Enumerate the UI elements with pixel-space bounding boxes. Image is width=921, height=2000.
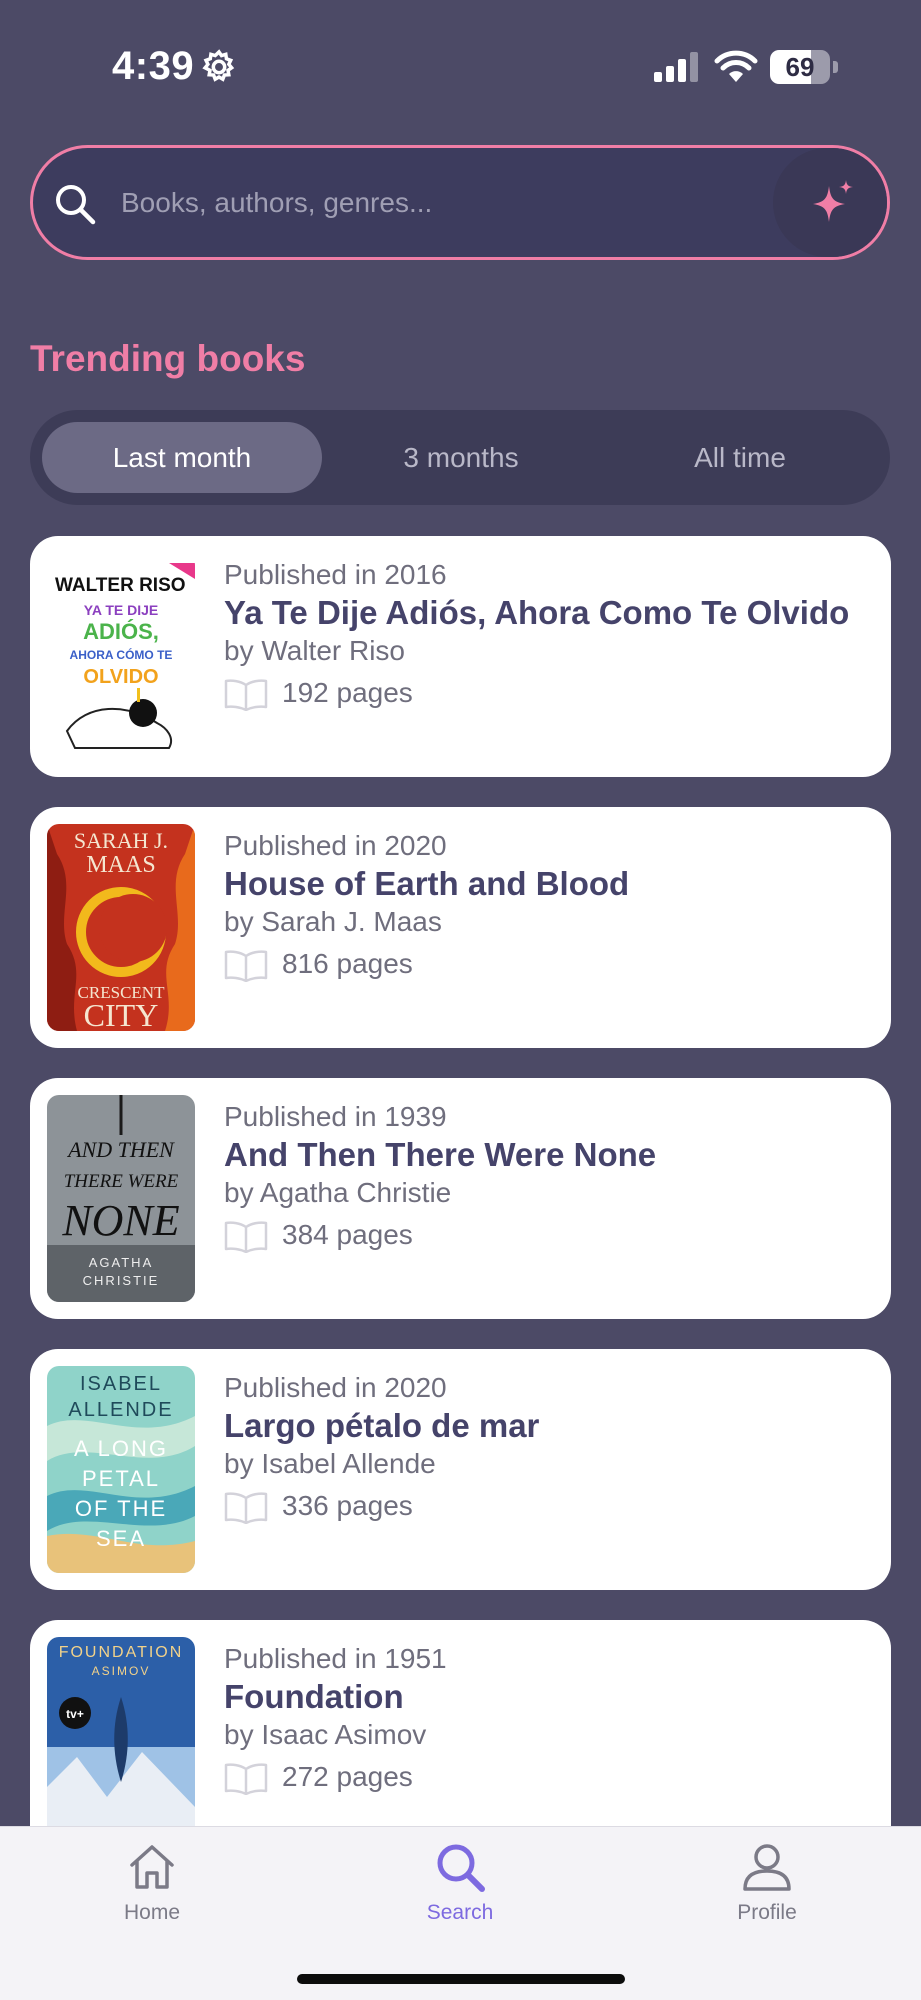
cover-line: ADIÓS,: [83, 619, 159, 644]
book-pages: 192 pages: [224, 670, 874, 716]
tab-home[interactable]: Home: [52, 1841, 252, 1941]
book-meta: Published in 1951 Foundation by Isaac As…: [224, 1640, 874, 1800]
cover-line: THERE WERE: [64, 1171, 179, 1192]
book-meta: Published in 1939 And Then There Were No…: [224, 1098, 874, 1258]
tab-label: Profile: [737, 1901, 797, 1924]
book-title: House of Earth and Blood: [224, 865, 630, 902]
filter-all-time[interactable]: All time: [600, 422, 880, 493]
battery-body: 69: [770, 50, 830, 84]
cellular-signal-icon: [652, 52, 700, 84]
book-year: Published in 2020: [224, 830, 447, 861]
book-cover: ISABEL ALLENDE A LONG PETAL OF THE SEA: [47, 1366, 195, 1573]
book-list: WALTER RISO YA TE DIJE ADIÓS, AHORA CÓMO…: [30, 536, 891, 1826]
open-book-icon: [224, 1490, 268, 1525]
book-title: Foundation: [224, 1678, 404, 1715]
book-meta: Published in 2020 Largo pétalo de mar by…: [224, 1369, 874, 1529]
cover-line: CITY: [84, 997, 159, 1031]
home-indicator: [297, 1974, 625, 1984]
book-year: Published in 1939: [224, 1101, 447, 1132]
cover-author: CHRISTIE: [83, 1273, 160, 1288]
book-pages-text: 336 pages: [282, 1490, 413, 1521]
book-author: by Isaac Asimov: [224, 1719, 427, 1750]
book-title: Ya Te Dije Adiós, Ahora Como Te Olvido: [224, 594, 850, 631]
book-pages: 272 pages: [224, 1754, 874, 1800]
book-author: by Walter Riso: [224, 635, 406, 666]
profile-icon: [741, 1841, 793, 1893]
cover-line: OLVIDO: [83, 666, 158, 688]
book-cover: SARAH J. MAAS CRESCENT CITY: [47, 824, 195, 1031]
cover-author: ASIMOV: [92, 1664, 151, 1678]
battery-level: 69: [785, 52, 815, 82]
book-card[interactable]: WALTER RISO YA TE DIJE ADIÓS, AHORA CÓMO…: [30, 536, 891, 777]
book-pages: 384 pages: [224, 1212, 874, 1258]
battery-cap: [833, 61, 838, 73]
cover-line: NONE: [61, 1196, 179, 1245]
cover-line: YA TE DIJE: [84, 602, 158, 618]
section-title: Trending books: [30, 338, 306, 379]
book-pages-text: 384 pages: [282, 1219, 413, 1250]
book-year: Published in 1951: [224, 1643, 447, 1674]
book-pages-text: 816 pages: [282, 948, 413, 979]
cover-line: AND THEN: [66, 1137, 175, 1162]
book-cover: WALTER RISO YA TE DIJE ADIÓS, AHORA CÓMO…: [47, 553, 195, 760]
book-year: Published in 2020: [224, 1372, 447, 1403]
home-icon: [126, 1841, 178, 1893]
open-book-icon: [224, 1219, 268, 1254]
ai-search-button[interactable]: [773, 148, 887, 257]
cover-author: AGATHA: [89, 1255, 154, 1270]
book-card[interactable]: SARAH J. MAAS CRESCENT CITY Published in…: [30, 807, 891, 1048]
cover-line: AHORA CÓMO TE: [70, 647, 173, 662]
cover-author: ALLENDE: [68, 1399, 173, 1421]
cover-author: WALTER RISO: [55, 575, 186, 596]
sparkle-icon: [809, 178, 857, 226]
cover-line: A LONG: [74, 1436, 168, 1461]
book-pages-text: 192 pages: [282, 677, 413, 708]
cover-line: SEA: [96, 1526, 146, 1551]
book-author: by Isabel Allende: [224, 1448, 436, 1479]
book-pages: 336 pages: [224, 1483, 874, 1529]
gear-icon: [200, 48, 238, 86]
book-meta: Published in 2020 House of Earth and Blo…: [224, 827, 874, 987]
tab-profile[interactable]: Profile: [667, 1841, 867, 1941]
open-book-icon: [224, 677, 268, 712]
open-book-icon: [224, 948, 268, 983]
tab-search[interactable]: Search: [360, 1841, 560, 1941]
cover-badge: tv+: [66, 1707, 84, 1721]
tab-label: Search: [426, 1901, 494, 1924]
search-icon: [53, 182, 97, 226]
book-pages-text: 272 pages: [282, 1761, 413, 1792]
open-book-icon: [224, 1761, 268, 1796]
book-title: Largo pétalo de mar: [224, 1407, 540, 1444]
book-author: by Agatha Christie: [224, 1177, 452, 1208]
cover-line: FOUNDATION: [59, 1644, 184, 1661]
search-icon: [434, 1841, 486, 1893]
book-card[interactable]: ISABEL ALLENDE A LONG PETAL OF THE SEA P…: [30, 1349, 891, 1590]
book-card[interactable]: AND THEN THERE WERE NONE AGATHA CHRISTIE…: [30, 1078, 891, 1319]
cover-author: MAAS: [86, 852, 155, 878]
book-author: by Sarah J. Maas: [224, 906, 442, 937]
wifi-icon: [714, 50, 758, 84]
cover-author: SARAH J.: [74, 828, 168, 853]
book-cover: FOUNDATION ASIMOV tv+: [47, 1637, 195, 1826]
cover-line: OF THE: [75, 1496, 167, 1521]
time-filter-segmented-control: Last month 3 months All time: [30, 410, 890, 505]
filter-3-months[interactable]: 3 months: [321, 422, 601, 493]
tab-label: Home: [123, 1901, 181, 1924]
book-cover: AND THEN THERE WERE NONE AGATHA CHRISTIE: [47, 1095, 195, 1302]
book-year: Published in 2016: [224, 559, 447, 590]
search-bar[interactable]: [30, 145, 890, 260]
status-time: 4:39: [112, 44, 195, 88]
book-meta: Published in 2016 Ya Te Dije Adiós, Ahor…: [224, 556, 874, 716]
status-bar: 4:39 69: [0, 0, 921, 130]
book-card[interactable]: FOUNDATION ASIMOV tv+ Published in 1951 …: [30, 1620, 891, 1826]
search-input[interactable]: [121, 148, 791, 257]
filter-last-month[interactable]: Last month: [42, 422, 322, 493]
book-title: And Then There Were None: [224, 1136, 657, 1173]
cover-author: ISABEL: [80, 1373, 162, 1395]
battery-icon: 69: [770, 50, 838, 86]
book-pages: 816 pages: [224, 941, 874, 987]
cover-line: PETAL: [82, 1466, 160, 1491]
